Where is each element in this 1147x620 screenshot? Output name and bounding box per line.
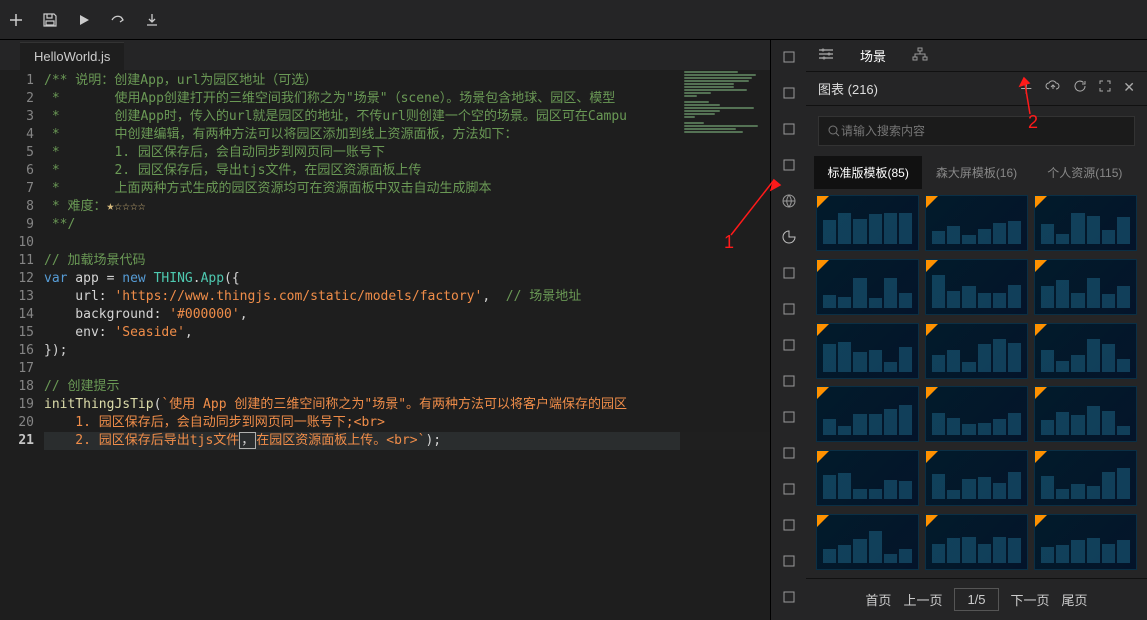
share-icon[interactable] — [108, 10, 128, 30]
city-icon[interactable] — [778, 406, 800, 428]
panel-title: 图表 (216) — [818, 79, 878, 98]
template-thumb[interactable] — [925, 386, 1028, 442]
template-thumb[interactable] — [925, 450, 1028, 506]
template-thumb[interactable] — [925, 259, 1028, 315]
refresh-icon[interactable] — [1073, 79, 1087, 99]
panel-tab-scene[interactable]: 场景 — [860, 46, 886, 65]
template-tab[interactable]: 森大屏模板(16) — [922, 156, 1030, 189]
editor-tab-bar: HelloWorld.js — [0, 40, 770, 70]
download-icon[interactable] — [142, 10, 162, 30]
template-thumb[interactable] — [1034, 386, 1137, 442]
template-thumb[interactable] — [816, 323, 919, 379]
line-chart-icon[interactable] — [778, 550, 800, 572]
flag-icon[interactable] — [778, 298, 800, 320]
template-grid — [806, 189, 1147, 578]
annotation-arrow-2 — [1016, 72, 1040, 118]
template-thumb[interactable] — [1034, 323, 1137, 379]
pager-count: 1/5 — [954, 588, 998, 611]
search-input[interactable] — [841, 124, 1126, 138]
template-thumb[interactable] — [1034, 514, 1137, 570]
top-toolbar — [0, 0, 1147, 40]
search-icon — [827, 124, 841, 138]
save-icon[interactable] — [40, 10, 60, 30]
pager-last[interactable]: 尾页 — [1062, 590, 1088, 609]
sliders-icon[interactable] — [778, 46, 800, 68]
music-icon[interactable] — [778, 478, 800, 500]
pager: 首页 上一页 1/5 下一页 尾页 — [806, 578, 1147, 620]
template-thumb[interactable] — [925, 195, 1028, 251]
close-icon[interactable]: ✕ — [1123, 79, 1135, 99]
minimap[interactable] — [680, 70, 770, 620]
annotation-arrow-1 — [726, 170, 786, 240]
pager-prev[interactable]: 上一页 — [903, 590, 942, 609]
monitor-icon[interactable] — [778, 586, 800, 608]
network-icon[interactable] — [778, 262, 800, 284]
template-thumb[interactable] — [1034, 259, 1137, 315]
gear-icon[interactable] — [778, 334, 800, 356]
play-icon[interactable] — [74, 10, 94, 30]
pager-first[interactable]: 首页 — [865, 590, 891, 609]
template-thumb[interactable] — [1034, 195, 1137, 251]
layers-icon[interactable] — [778, 82, 800, 104]
cloud-upload-icon[interactable] — [1045, 79, 1061, 99]
image-icon[interactable] — [778, 442, 800, 464]
template-thumb[interactable] — [816, 195, 919, 251]
plus-icon[interactable] — [6, 10, 26, 30]
expand-icon[interactable] — [1099, 79, 1111, 99]
template-tabs: 标准版模板(85)森大屏模板(16)个人资源(115) — [806, 156, 1147, 189]
template-tab[interactable]: 个人资源(115) — [1031, 156, 1139, 189]
panel-top-tabs: 场景 — [806, 40, 1147, 72]
template-thumb[interactable] — [816, 259, 919, 315]
template-thumb[interactable] — [1034, 450, 1137, 506]
pager-next[interactable]: 下一页 — [1011, 590, 1050, 609]
box-icon[interactable] — [778, 118, 800, 140]
line-gutter: 123456789101112131415161718192021 — [0, 70, 44, 620]
template-thumb[interactable] — [816, 514, 919, 570]
panel-tab-tree-icon[interactable] — [912, 47, 928, 64]
panel-header: 图表 (216) ＋ ✕ — [806, 72, 1147, 106]
template-thumb[interactable] — [816, 386, 919, 442]
template-thumb[interactable] — [816, 450, 919, 506]
code-content[interactable]: /** 说明：创建App，url为园区地址（可选） * 使用App创建打开的三维… — [44, 70, 770, 620]
cloud-icon[interactable] — [778, 514, 800, 536]
resource-panel: 场景 图表 (216) ＋ ✕ 标准版模板(85)森大屏模板(16)个人资源(1… — [806, 40, 1147, 620]
editor-tab[interactable]: HelloWorld.js — [20, 42, 124, 70]
template-icon[interactable] — [778, 370, 800, 392]
right-rail — [770, 40, 806, 620]
main-area: HelloWorld.js 12345678910111213141516171… — [0, 40, 1147, 620]
code-editor-panel: HelloWorld.js 12345678910111213141516171… — [0, 40, 770, 620]
search-box[interactable] — [818, 116, 1135, 146]
panel-tab-settings-icon[interactable] — [818, 47, 834, 64]
template-thumb[interactable] — [925, 514, 1028, 570]
template-thumb[interactable] — [925, 323, 1028, 379]
editor-body[interactable]: 123456789101112131415161718192021 /** 说明… — [0, 70, 770, 620]
template-tab[interactable]: 标准版模板(85) — [814, 156, 922, 189]
